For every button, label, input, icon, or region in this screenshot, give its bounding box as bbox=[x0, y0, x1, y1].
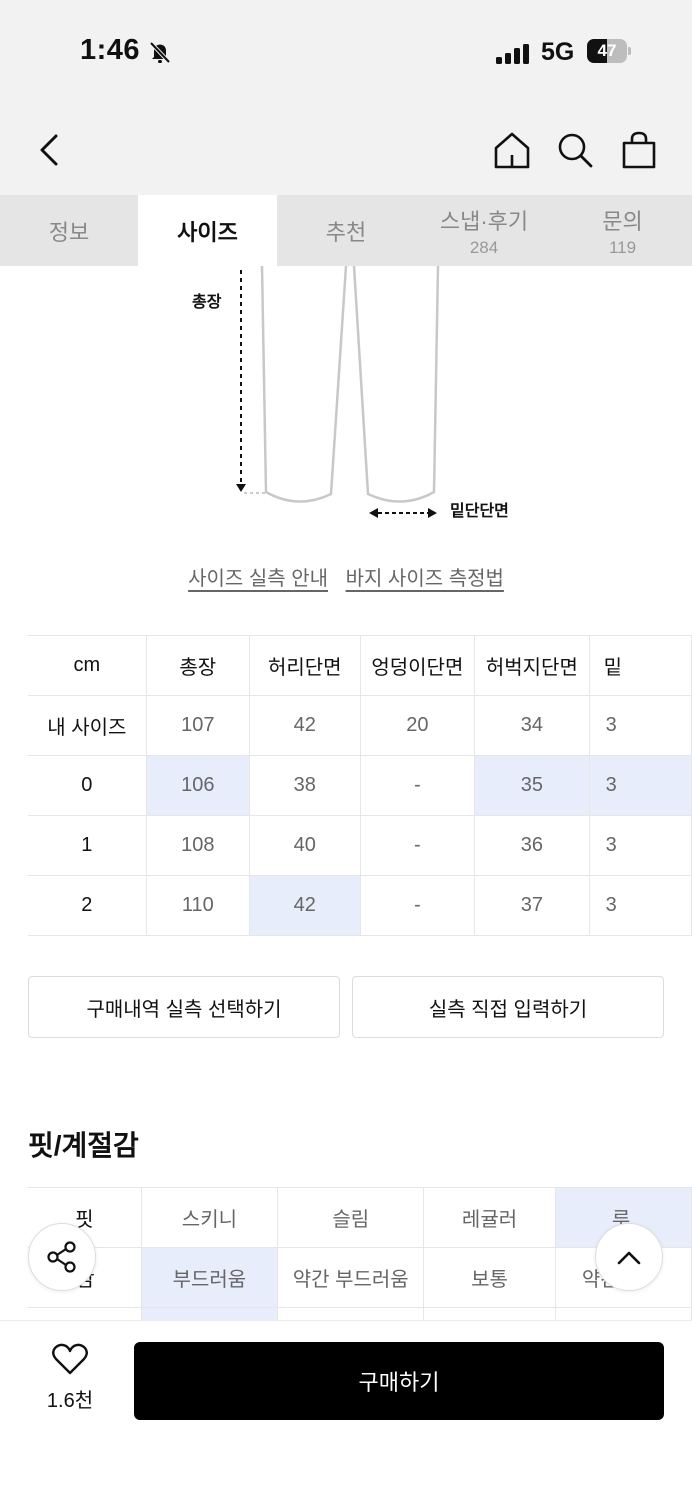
button-label: 실측 직접 입력하기 bbox=[428, 998, 588, 1021]
table-row: 핏 스키니 슬림 레귤러 루 bbox=[28, 1187, 692, 1248]
purchase-history-measure-button[interactable]: 구매내역 실측 선택하기 bbox=[28, 976, 340, 1038]
table-cell: 110 bbox=[145, 875, 250, 936]
battery-icon: 47 bbox=[587, 39, 631, 63]
table-cell: 42 bbox=[248, 695, 361, 756]
tab-label: 정보 bbox=[48, 219, 90, 245]
table-header: 총장 bbox=[145, 635, 250, 696]
fit-section-title: 핏/계절감 bbox=[28, 1130, 139, 1161]
table-cell: 부드러움 bbox=[140, 1247, 279, 1308]
total-length-label: 총장 bbox=[192, 294, 222, 311]
tab-qna[interactable]: 문의 119 bbox=[553, 195, 692, 266]
back-icon[interactable] bbox=[36, 133, 62, 167]
table-cell: 3 bbox=[588, 815, 692, 876]
table-header-row: cm 총장 허리단면 엉덩이단면 허벅지단면 밑 bbox=[28, 635, 692, 696]
table-cell: 3 bbox=[588, 695, 692, 756]
row-label: 0 bbox=[28, 755, 147, 816]
status-bar: 1:46 5G 47 bbox=[0, 0, 692, 100]
table-cell: 약간 부드러움 bbox=[277, 1247, 425, 1308]
like-button[interactable]: 1.6천 bbox=[30, 1343, 110, 1413]
table-row: 1 108 40 - 36 3 bbox=[28, 815, 692, 876]
share-button[interactable] bbox=[28, 1223, 96, 1291]
pants-measure-link[interactable]: 바지 사이즈 측정법 bbox=[346, 568, 504, 590]
tab-count: 284 bbox=[469, 237, 499, 257]
table-cell: 35 bbox=[474, 755, 590, 816]
table-header: 허리단면 bbox=[248, 635, 361, 696]
table-header: 허벅지단면 bbox=[474, 635, 590, 696]
share-icon bbox=[47, 1241, 76, 1273]
table-header: 밑 bbox=[588, 635, 692, 696]
table-header: 엉덩이단면 bbox=[359, 635, 476, 696]
row-label: 내 사이즈 bbox=[28, 695, 147, 756]
direct-measure-input-button[interactable]: 실측 직접 입력하기 bbox=[352, 976, 664, 1038]
heart-icon bbox=[52, 1343, 88, 1375]
button-label: 구매내역 실측 선택하기 bbox=[86, 998, 282, 1021]
table-cell: 37 bbox=[474, 875, 590, 936]
table-cell: 38 bbox=[248, 755, 361, 816]
table-row: 내 사이즈 107 42 20 34 3 bbox=[28, 695, 692, 756]
tab-label: 문의 bbox=[602, 208, 643, 234]
like-count: 1.6천 bbox=[46, 1390, 94, 1412]
size-table: cm 총장 허리단면 엉덩이단면 허벅지단면 밑 내 사이즈 107 42 20… bbox=[28, 635, 692, 936]
tab-count: 119 bbox=[608, 237, 637, 257]
table-cell: 108 bbox=[145, 815, 250, 876]
bell-muted-icon bbox=[149, 41, 171, 64]
table-cell: 레귤러 bbox=[423, 1187, 556, 1248]
tab-recommend[interactable]: 추천 bbox=[277, 195, 415, 266]
table-cell: - bbox=[359, 875, 476, 936]
row-label: 1 bbox=[28, 815, 147, 876]
table-cell: 40 bbox=[248, 815, 361, 876]
table-cell: 36 bbox=[474, 815, 590, 876]
pants-measurement-diagram: 총장 밑단단면 bbox=[0, 266, 692, 536]
tab-label: 스냅·후기 bbox=[439, 208, 529, 234]
nav-bar bbox=[0, 100, 692, 195]
table-cell: 106 bbox=[145, 755, 250, 816]
table-cell: 스키니 bbox=[140, 1187, 279, 1248]
shopping-bag-icon[interactable] bbox=[622, 131, 656, 169]
table-row: 감 부드러움 약간 부드러움 보통 약간 bbox=[28, 1247, 692, 1308]
table-row: 0 106 38 - 35 3 bbox=[28, 755, 692, 816]
tab-reviews[interactable]: 스냅·후기 284 bbox=[415, 195, 553, 266]
size-guide-links: 사이즈 실측 안내 바지 사이즈 측정법 bbox=[0, 562, 692, 591]
table-cell: 20 bbox=[359, 695, 476, 756]
status-time: 1:46 bbox=[80, 34, 141, 66]
table-cell: - bbox=[359, 815, 476, 876]
search-icon[interactable] bbox=[557, 132, 593, 168]
size-guide-link[interactable]: 사이즈 실측 안내 bbox=[188, 568, 328, 590]
bottom-purchase-bar: 1.6천 구매하기 bbox=[0, 1320, 692, 1500]
hem-width-label: 밑단단면 bbox=[450, 503, 509, 520]
pants-outline-illustration bbox=[236, 266, 440, 518]
product-tabs: 정보 사이즈 추천 스냅·후기 284 문의 119 bbox=[0, 195, 692, 266]
home-icon[interactable] bbox=[493, 131, 531, 169]
buy-button[interactable]: 구매하기 bbox=[134, 1342, 664, 1420]
fit-table: 핏 스키니 슬림 레귤러 루 감 부드러움 약간 부드러움 보통 약간 bbox=[28, 1187, 692, 1326]
scroll-top-button[interactable] bbox=[595, 1223, 663, 1291]
table-cell: 34 bbox=[474, 695, 590, 756]
table-row: 2 110 42 - 37 3 bbox=[28, 875, 692, 936]
tab-label: 추천 bbox=[325, 219, 367, 245]
network-type: 5G bbox=[541, 38, 575, 66]
battery-level: 47 bbox=[597, 41, 617, 60]
table-cell: 3 bbox=[588, 875, 692, 936]
table-cell: 107 bbox=[145, 695, 250, 756]
tab-info[interactable]: 정보 bbox=[0, 195, 138, 266]
table-cell: 3 bbox=[588, 755, 692, 816]
row-label: 2 bbox=[28, 875, 147, 936]
chevron-up-icon bbox=[617, 1251, 641, 1265]
table-header: cm bbox=[28, 635, 147, 696]
tab-size[interactable]: 사이즈 bbox=[138, 195, 277, 266]
signal-icon bbox=[496, 44, 529, 64]
table-cell: 보통 bbox=[423, 1247, 556, 1308]
tab-label: 사이즈 bbox=[177, 219, 238, 245]
table-cell: 42 bbox=[248, 875, 361, 936]
buy-button-label: 구매하기 bbox=[358, 1370, 440, 1395]
table-cell: 슬림 bbox=[277, 1187, 425, 1248]
table-cell: - bbox=[359, 755, 476, 816]
